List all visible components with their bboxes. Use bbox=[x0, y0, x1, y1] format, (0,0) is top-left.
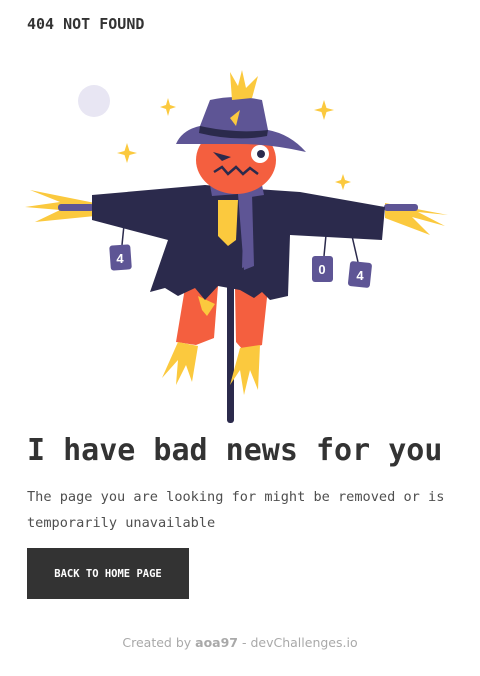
sparkle-icon bbox=[314, 100, 334, 120]
scarecrow-legs bbox=[162, 286, 268, 395]
back-to-home-button[interactable]: BACK TO HOME PAGE bbox=[27, 548, 189, 599]
author-link[interactable]: aoa97 bbox=[195, 635, 238, 650]
moon-icon bbox=[78, 85, 110, 117]
scarecrow-coat bbox=[92, 185, 385, 300]
tag-label: 4 bbox=[356, 268, 364, 283]
footer-separator: - bbox=[238, 635, 251, 650]
error-message: The page you are looking for might be re… bbox=[27, 489, 445, 531]
sparkle-icon bbox=[335, 174, 351, 190]
scarecrow-hat bbox=[176, 70, 306, 152]
footer-credit: Created by aoa97 - devChallenges.io bbox=[0, 635, 480, 650]
scarecrow-pole bbox=[227, 270, 234, 423]
tag-label: 0 bbox=[318, 262, 325, 277]
tag-4-left: 4 bbox=[109, 224, 132, 271]
scarecrow-illustration: 4 0 4 bbox=[25, 70, 448, 423]
devchallenges-link[interactable]: devChallenges.io bbox=[250, 635, 357, 650]
sparkle-icon bbox=[117, 143, 137, 163]
tag-0: 0 bbox=[312, 234, 333, 282]
headline: I have bad news for you bbox=[27, 433, 443, 468]
tag-4-right: 4 bbox=[347, 235, 372, 288]
page-header-title: 404 NOT FOUND bbox=[27, 15, 145, 33]
tag-label: 4 bbox=[116, 251, 124, 266]
footer-prefix: Created by bbox=[122, 635, 196, 650]
sparkle-icon bbox=[160, 98, 176, 116]
